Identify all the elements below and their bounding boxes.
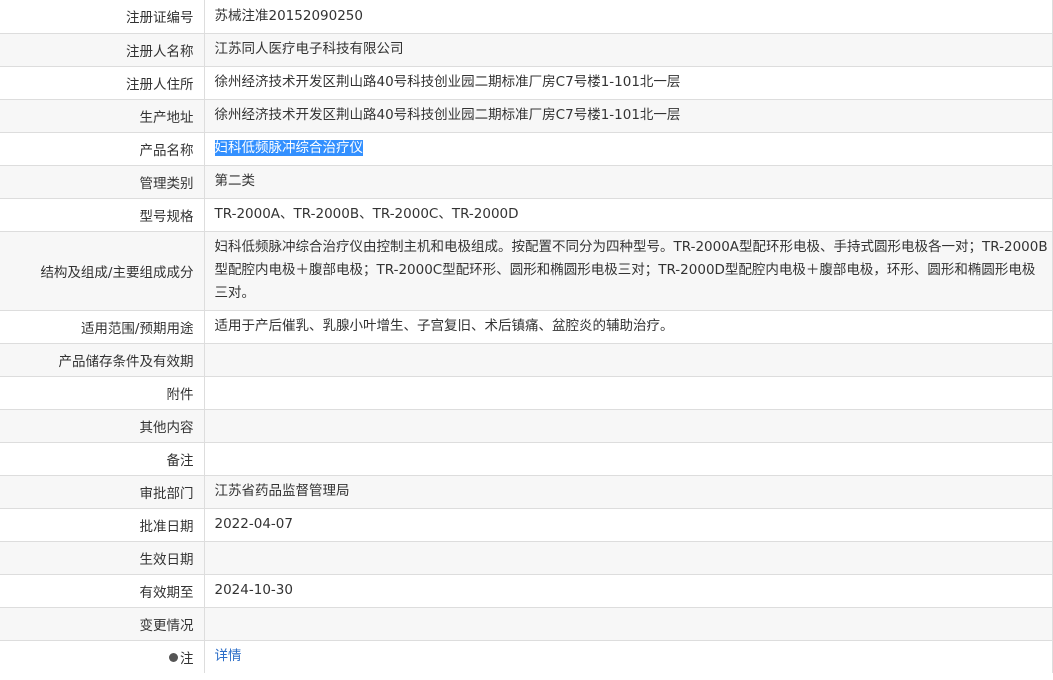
row-effective-date: 生效日期: [0, 541, 1053, 574]
row-label: 备注: [0, 442, 205, 475]
row-registrant-address: 注册人住所 徐州经济技术开发区荆山路40号科技创业园二期标准厂房C7号楼1-10…: [0, 66, 1053, 99]
row-label: 变更情况: [0, 607, 205, 640]
row-value: [204, 442, 1053, 475]
row-label: 其他内容: [0, 409, 205, 442]
row-label: 管理类别: [0, 165, 205, 198]
row-value: 第二类: [204, 165, 1053, 198]
row-value: [204, 343, 1053, 376]
row-label: 审批部门: [0, 475, 205, 508]
row-value: TR-2000A、TR-2000B、TR-2000C、TR-2000D: [204, 198, 1053, 231]
row-valid-until: 有效期至 2024-10-30: [0, 574, 1053, 607]
selected-text[interactable]: 妇科低频脉冲综合治疗仪: [214, 140, 363, 156]
row-label: 批准日期: [0, 508, 205, 541]
row-registration-number: 注册证编号 苏械注准20152090250: [0, 0, 1053, 33]
row-value: 徐州经济技术开发区荆山路40号科技创业园二期标准厂房C7号楼1-101北一层: [204, 66, 1053, 99]
note-label: 注: [180, 650, 194, 667]
row-approval-date: 批准日期 2022-04-07: [0, 508, 1053, 541]
row-label: 产品储存条件及有效期: [0, 343, 205, 376]
row-label: 注册人住所: [0, 66, 205, 99]
row-structure-composition: 结构及组成/主要组成成分 妇科低频脉冲综合治疗仪由控制主机和电极组成。按配置不同…: [0, 231, 1053, 310]
registration-detail-table: 注册证编号 苏械注准20152090250 注册人名称 江苏同人医疗电子科技有限…: [0, 0, 1053, 673]
row-value: 2024-10-30: [204, 574, 1053, 607]
row-label: 附件: [0, 376, 205, 409]
row-registrant-name: 注册人名称 江苏同人医疗电子科技有限公司: [0, 33, 1053, 66]
details-link[interactable]: 详情: [215, 648, 242, 664]
row-value: [204, 376, 1053, 409]
row-value: 详情: [204, 640, 1053, 673]
row-value: 江苏省药品监督管理局: [204, 475, 1053, 508]
row-label: 型号规格: [0, 198, 205, 231]
row-production-address: 生产地址 徐州经济技术开发区荆山路40号科技创业园二期标准厂房C7号楼1-101…: [0, 99, 1053, 132]
row-label: 注: [0, 640, 205, 673]
row-label: 有效期至: [0, 574, 205, 607]
row-intended-use: 适用范围/预期用途 适用于产后催乳、乳腺小叶增生、子宫复旧、术后镇痛、盆腔炎的辅…: [0, 310, 1053, 343]
row-label: 适用范围/预期用途: [0, 310, 205, 343]
row-approval-department: 审批部门 江苏省药品监督管理局: [0, 475, 1053, 508]
row-attachments: 附件: [0, 376, 1053, 409]
row-value: 妇科低频脉冲综合治疗仪由控制主机和电极组成。按配置不同分为四种型号。TR-200…: [204, 231, 1053, 310]
row-label: 生效日期: [0, 541, 205, 574]
row-label: 注册证编号: [0, 0, 205, 33]
row-value: 徐州经济技术开发区荆山路40号科技创业园二期标准厂房C7号楼1-101北一层: [204, 99, 1053, 132]
row-value: 2022-04-07: [204, 508, 1053, 541]
row-management-category: 管理类别 第二类: [0, 165, 1053, 198]
row-label: 注册人名称: [0, 33, 205, 66]
info-dot-icon: [169, 652, 178, 662]
row-other-content: 其他内容: [0, 409, 1053, 442]
row-remarks: 备注: [0, 442, 1053, 475]
row-change-history: 变更情况: [0, 607, 1053, 640]
row-label: 产品名称: [0, 132, 205, 165]
row-value: [204, 409, 1053, 442]
row-value: [204, 607, 1053, 640]
row-product-name: 产品名称 妇科低频脉冲综合治疗仪: [0, 132, 1053, 165]
row-value: 适用于产后催乳、乳腺小叶增生、子宫复旧、术后镇痛、盆腔炎的辅助治疗。: [204, 310, 1053, 343]
row-value: 苏械注准20152090250: [204, 0, 1053, 33]
row-label: 结构及组成/主要组成成分: [0, 231, 205, 310]
row-note: 注 详情: [0, 640, 1053, 673]
row-value: 妇科低频脉冲综合治疗仪: [204, 132, 1053, 165]
row-label: 生产地址: [0, 99, 205, 132]
row-model-spec: 型号规格 TR-2000A、TR-2000B、TR-2000C、TR-2000D: [0, 198, 1053, 231]
row-value: [204, 541, 1053, 574]
row-value: 江苏同人医疗电子科技有限公司: [204, 33, 1053, 66]
row-storage-validity: 产品储存条件及有效期: [0, 343, 1053, 376]
